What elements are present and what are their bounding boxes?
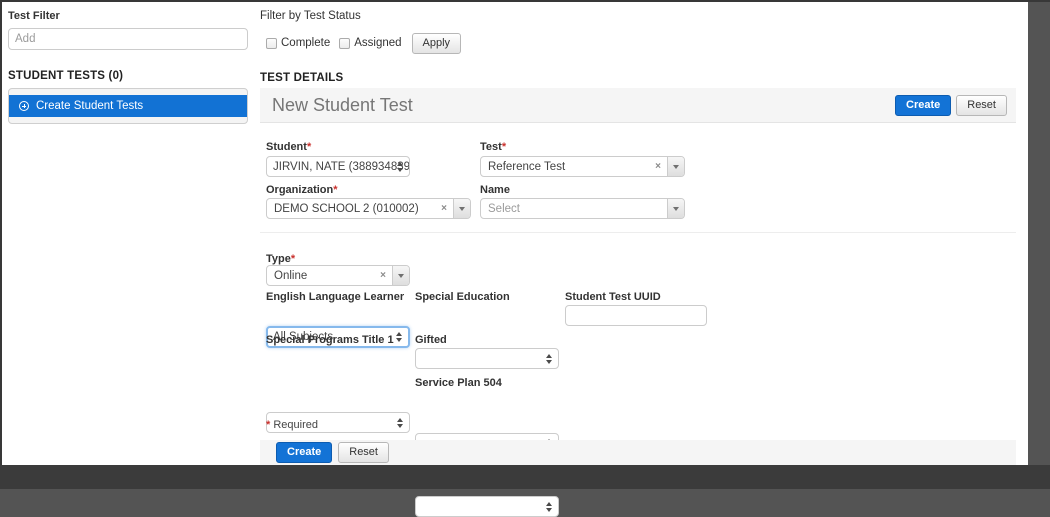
select-stepper-icon: [397, 162, 403, 172]
reset-button-top[interactable]: Reset: [956, 95, 1007, 116]
caret-down-icon: [673, 207, 679, 211]
complete-checkbox[interactable]: [266, 38, 277, 49]
create-button-top[interactable]: Create: [895, 95, 951, 116]
select-stepper-icon: [397, 418, 403, 428]
dropdown-caret-button[interactable]: [392, 266, 409, 285]
english-language-learner-label: English Language Learner: [266, 291, 404, 303]
assigned-checkbox-label: Assigned: [354, 37, 401, 49]
sidebar-item-label: Create Student Tests: [36, 100, 143, 112]
test-filter-label: Test Filter: [8, 10, 60, 22]
type-combobox[interactable]: Online ×: [266, 265, 410, 286]
caret-down-icon: [459, 207, 465, 211]
window-frame-bottom: [0, 465, 1050, 489]
new-student-test-panel-header: New Student Test Create Reset: [260, 88, 1016, 123]
complete-checkbox-label: Complete: [281, 37, 330, 49]
test-filter-input[interactable]: [8, 28, 248, 50]
special-programs-title-1-label: Special Programs Title 1: [266, 334, 394, 346]
required-asterisk: *: [291, 253, 295, 265]
student-test-uuid-input[interactable]: [565, 305, 707, 326]
plus-circle-icon: [19, 101, 29, 111]
form-footer: Create Reset: [260, 440, 1016, 465]
clear-x-icon[interactable]: ×: [439, 199, 453, 218]
student-tests-heading: STUDENT TESTS (0): [8, 70, 123, 82]
required-asterisk: *: [307, 141, 311, 153]
student-label: Student*: [266, 141, 311, 153]
form-section-divider: [260, 232, 1016, 233]
dropdown-caret-button[interactable]: [667, 157, 684, 176]
dropdown-caret-button[interactable]: [453, 199, 470, 218]
gifted-label: Gifted: [415, 334, 447, 346]
required-asterisk: *: [333, 184, 337, 196]
required-asterisk: *: [502, 141, 506, 153]
name-label: Name: [480, 184, 510, 196]
special-education-label: Special Education: [415, 291, 510, 303]
select-stepper-icon: [396, 332, 402, 342]
clear-x-icon[interactable]: ×: [653, 157, 667, 176]
apply-button[interactable]: Apply: [412, 33, 462, 54]
select-stepper-icon: [546, 354, 552, 364]
caret-down-icon: [673, 165, 679, 169]
type-label: Type*: [266, 253, 295, 265]
service-plan-504-select[interactable]: [415, 496, 559, 517]
required-note: * Required: [266, 419, 318, 431]
dropdown-caret-button[interactable]: [667, 199, 684, 218]
reset-button-bottom[interactable]: Reset: [338, 442, 389, 463]
student-tests-list: Create Student Tests: [8, 88, 248, 124]
student-test-uuid-label: Student Test UUID: [565, 291, 661, 303]
create-button-bottom[interactable]: Create: [276, 442, 332, 463]
filter-by-test-status-label: Filter by Test Status: [260, 10, 361, 22]
page: Test Filter STUDENT TESTS (0) Create Stu…: [2, 2, 1028, 465]
test-status-filter-row: Complete Assigned Apply: [266, 32, 461, 54]
panel-title: New Student Test: [272, 95, 413, 116]
organization-combobox[interactable]: DEMO SCHOOL 2 (010002) ×: [266, 198, 471, 219]
select-stepper-icon: [546, 502, 552, 512]
test-label: Test*: [480, 141, 506, 153]
special-education-select[interactable]: [415, 348, 559, 369]
caret-down-icon: [398, 274, 404, 278]
service-plan-504-label: Service Plan 504: [415, 377, 502, 389]
name-combobox[interactable]: Select: [480, 198, 685, 219]
clear-x-icon[interactable]: ×: [378, 266, 392, 285]
test-details-heading: TEST DETAILS: [260, 72, 343, 84]
student-select[interactable]: JIRVIN, NATE (3889348394): [266, 156, 410, 177]
assigned-checkbox[interactable]: [339, 38, 350, 49]
organization-label: Organization*: [266, 184, 338, 196]
required-asterisk: *: [266, 419, 270, 431]
test-combobox[interactable]: Reference Test ×: [480, 156, 685, 177]
sidebar-item-create-student-tests[interactable]: Create Student Tests: [9, 95, 247, 117]
